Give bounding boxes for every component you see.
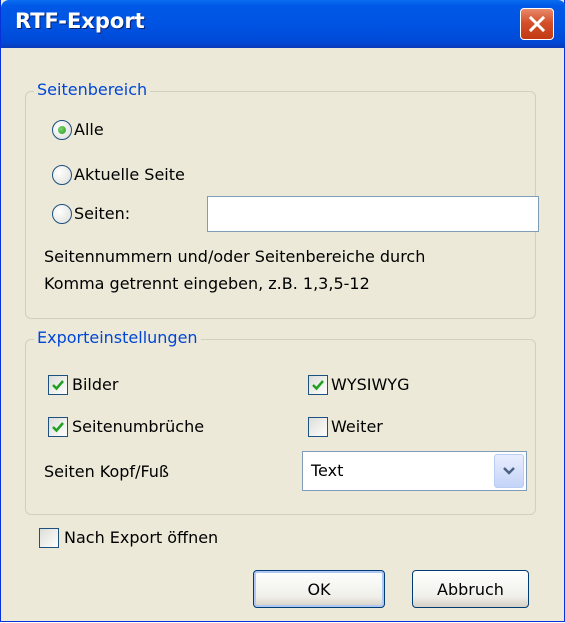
page-range-hint-line1: Seitennummern und/oder Seitenbereiche du… <box>44 247 426 266</box>
header-footer-value: Text <box>311 461 344 480</box>
export-settings-group: Exporteinstellungen Bilder WYSIWYG Seite… <box>25 328 536 515</box>
radio-all-label[interactable]: Alle <box>74 120 104 139</box>
title-bar[interactable]: RTF-Export <box>1 0 565 48</box>
cancel-button-label: Abbruch <box>437 579 504 599</box>
header-footer-label: Seiten Kopf/Fuß <box>44 462 169 481</box>
cancel-button[interactable]: Abbruch <box>412 570 529 608</box>
radio-pages[interactable] <box>52 204 72 224</box>
checkmark-icon <box>312 380 324 391</box>
header-footer-select[interactable]: Text <box>302 451 527 491</box>
radio-current-page[interactable] <box>52 165 72 185</box>
close-button[interactable] <box>520 8 554 40</box>
checkbox-weiter[interactable] <box>308 417 328 437</box>
checkbox-seitenumbrueche-label[interactable]: Seitenumbrüche <box>72 417 204 436</box>
close-icon <box>528 15 546 33</box>
radio-all[interactable] <box>52 120 72 140</box>
pages-input[interactable] <box>207 196 539 232</box>
checkbox-wysiwyg[interactable] <box>308 375 328 395</box>
dialog-body: Seitenbereich Alle Aktuelle Seite Seiten… <box>5 48 560 618</box>
radio-pages-label[interactable]: Seiten: <box>74 204 130 223</box>
checkbox-open-after-export[interactable] <box>39 528 59 548</box>
checkbox-seitenumbrueche[interactable] <box>48 417 68 437</box>
chevron-down-icon <box>503 467 515 475</box>
rtf-export-dialog: RTF-Export Seitenbereich Alle Aktuelle S… <box>0 0 565 622</box>
checkbox-wysiwyg-label[interactable]: WYSIWYG <box>331 375 409 394</box>
checkmark-icon <box>52 380 64 391</box>
page-range-group: Seitenbereich Alle Aktuelle Seite Seiten… <box>25 80 539 319</box>
dialog-title: RTF-Export <box>15 9 145 33</box>
radio-current-page-label[interactable]: Aktuelle Seite <box>74 165 185 184</box>
checkbox-weiter-label[interactable]: Weiter <box>331 417 383 436</box>
checkmark-icon <box>52 422 64 433</box>
page-range-legend: Seitenbereich <box>34 80 151 99</box>
ok-button-label: OK <box>307 579 331 599</box>
checkbox-bilder[interactable] <box>48 375 68 395</box>
dropdown-button[interactable] <box>494 454 524 488</box>
export-settings-legend: Exporteinstellungen <box>34 328 201 347</box>
page-range-hint-line2: Komma getrennt eingeben, z.B. 1,3,5-12 <box>44 274 370 293</box>
checkbox-open-after-export-label[interactable]: Nach Export öffnen <box>64 528 218 547</box>
checkbox-bilder-label[interactable]: Bilder <box>72 375 118 394</box>
ok-button[interactable]: OK <box>253 570 385 608</box>
